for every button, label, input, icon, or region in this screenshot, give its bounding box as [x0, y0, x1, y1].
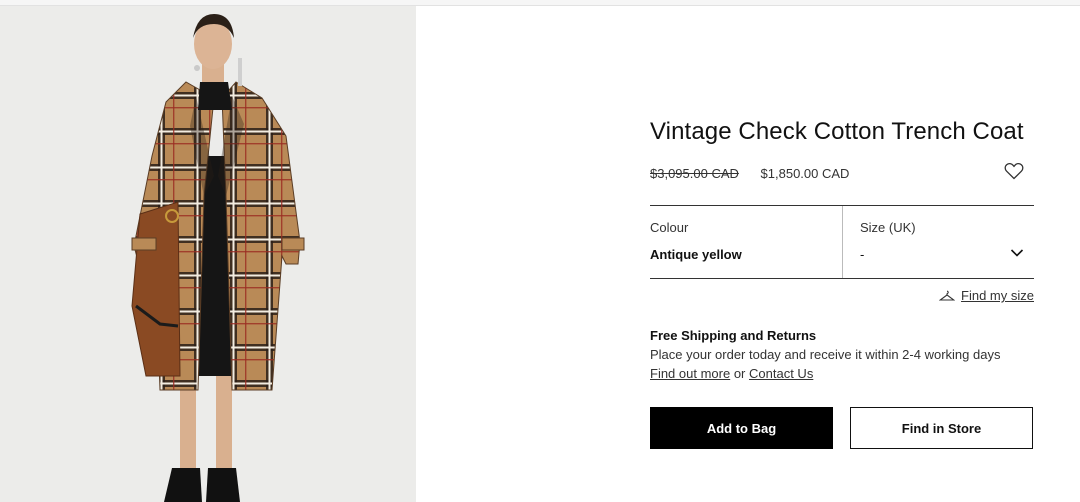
heart-icon: [1004, 162, 1024, 180]
chevron-down-icon: [1010, 249, 1024, 257]
colour-label: Colour: [650, 220, 689, 235]
size-value: -: [860, 247, 865, 262]
find-size-row: Find my size: [939, 288, 1034, 303]
options-selector: Colour Antique yellow Size (UK) -: [650, 205, 1034, 279]
price-row: $3,095.00 CAD $1,850.00 CAD: [650, 166, 849, 181]
product-title: Vintage Check Cotton Trench Coat: [650, 118, 1024, 145]
product-image: [0, 6, 416, 502]
hanger-icon: [939, 290, 956, 301]
sale-price: $1,850.00 CAD: [760, 166, 850, 181]
size-dropdown[interactable]: Size (UK) -: [843, 206, 1034, 278]
find-in-store-button[interactable]: Find in Store: [850, 407, 1033, 449]
product-details-panel: Vintage Check Cotton Trench Coat $3,095.…: [650, 0, 1034, 502]
shipping-links: Find out more or Contact Us: [650, 366, 813, 381]
original-price: $3,095.00 CAD: [650, 166, 739, 181]
shipping-text: Place your order today and receive it wi…: [650, 347, 1001, 362]
shipping-title: Free Shipping and Returns: [650, 328, 817, 343]
find-my-size-link[interactable]: Find my size: [961, 288, 1034, 303]
size-label: Size (UK): [860, 220, 916, 235]
links-connector: or: [733, 366, 746, 381]
wishlist-button[interactable]: [1004, 162, 1024, 180]
contact-us-link[interactable]: Contact Us: [749, 366, 813, 381]
find-out-more-link[interactable]: Find out more: [650, 366, 730, 381]
colour-option: Colour Antique yellow: [650, 206, 843, 278]
colour-value: Antique yellow: [650, 247, 742, 262]
add-to-bag-button[interactable]: Add to Bag: [650, 407, 833, 449]
